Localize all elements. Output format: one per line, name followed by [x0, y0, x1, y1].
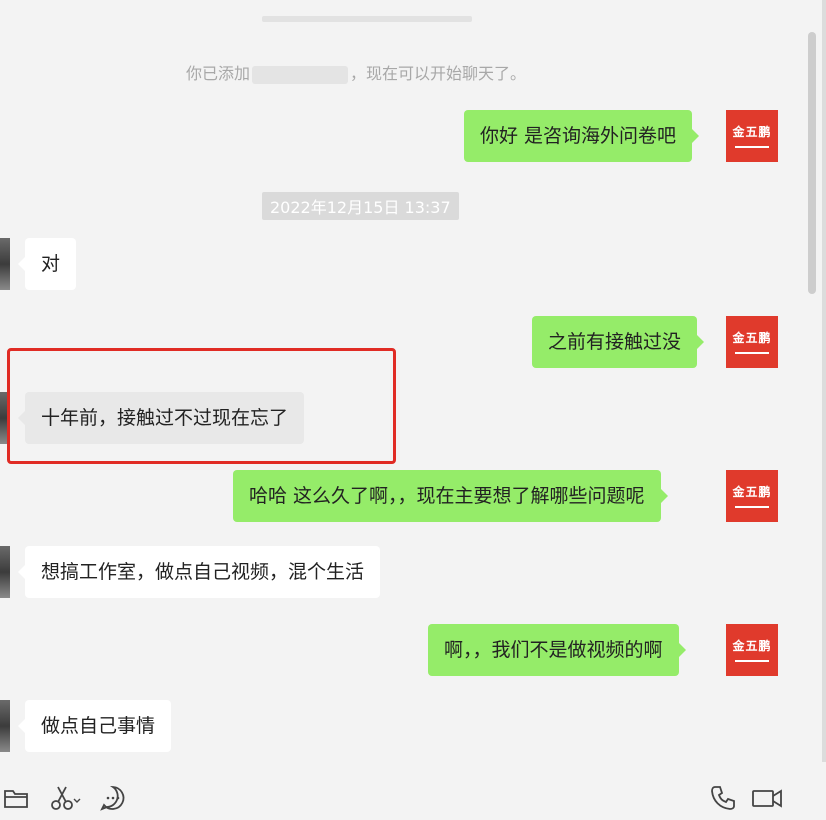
message-bubble-received[interactable]: 想搞工作室，做点自己视频，混个生活 — [17, 546, 381, 598]
video-camera-icon[interactable] — [751, 784, 783, 812]
message-bubble-received[interactable]: 做点自己事情 — [17, 700, 172, 752]
self-avatar-line — [735, 352, 769, 354]
chat-bubble-icon[interactable] — [99, 784, 127, 812]
scrollbar-thumb[interactable] — [808, 32, 816, 294]
self-avatar-line — [735, 660, 769, 662]
self-avatar-line — [735, 146, 769, 148]
self-avatar-label: 金五鹏 — [732, 331, 772, 345]
message-bubble-sent[interactable]: 你好 是咨询海外问卷吧 — [464, 110, 700, 162]
self-avatar-label: 金五鹏 — [732, 485, 772, 499]
scissors-icon[interactable] — [50, 784, 82, 812]
contact-avatar[interactable] — [0, 546, 10, 598]
window-right-border — [822, 0, 826, 820]
message-bubble-received[interactable]: 对 — [17, 238, 77, 290]
folder-icon[interactable] — [2, 784, 30, 812]
system-note-prefix: 你已添加 — [186, 64, 251, 83]
self-avatar[interactable]: 金五鹏 — [726, 624, 778, 676]
self-avatar[interactable]: 金五鹏 — [726, 316, 778, 368]
contact-avatar[interactable] — [0, 700, 10, 752]
chat-window: 你已添加 ，现在可以开始聊天了。 你好 是咨询海外问卷吧 金五鹏 2022年12月… — [0, 0, 826, 820]
system-note-suffix: ，现在可以开始聊天了。 — [350, 64, 527, 83]
top-edge — [262, 16, 472, 22]
redacted-contact-name — [252, 65, 349, 84]
self-avatar[interactable]: 金五鹏 — [726, 110, 778, 162]
input-toolbar — [0, 762, 826, 820]
self-avatar[interactable]: 金五鹏 — [726, 470, 778, 522]
highlight-annotation-box — [7, 348, 396, 464]
self-avatar-label: 金五鹏 — [732, 639, 772, 653]
system-note: 你已添加 ，现在可以开始聊天了。 — [186, 60, 526, 84]
message-bubble-sent[interactable]: 之前有接触过没 — [532, 316, 705, 368]
phone-icon[interactable] — [709, 784, 737, 812]
self-avatar-line — [735, 506, 769, 508]
message-bubble-sent[interactable]: 啊，，我们不是做视频的啊 — [428, 624, 686, 676]
contact-avatar[interactable] — [0, 238, 10, 290]
self-avatar-label: 金五鹏 — [732, 125, 772, 139]
timestamp: 2022年12月15日 13:37 — [262, 192, 459, 220]
message-bubble-sent[interactable]: 哈哈 这么久了啊，，现在主要想了解哪些问题呢 — [233, 470, 668, 522]
